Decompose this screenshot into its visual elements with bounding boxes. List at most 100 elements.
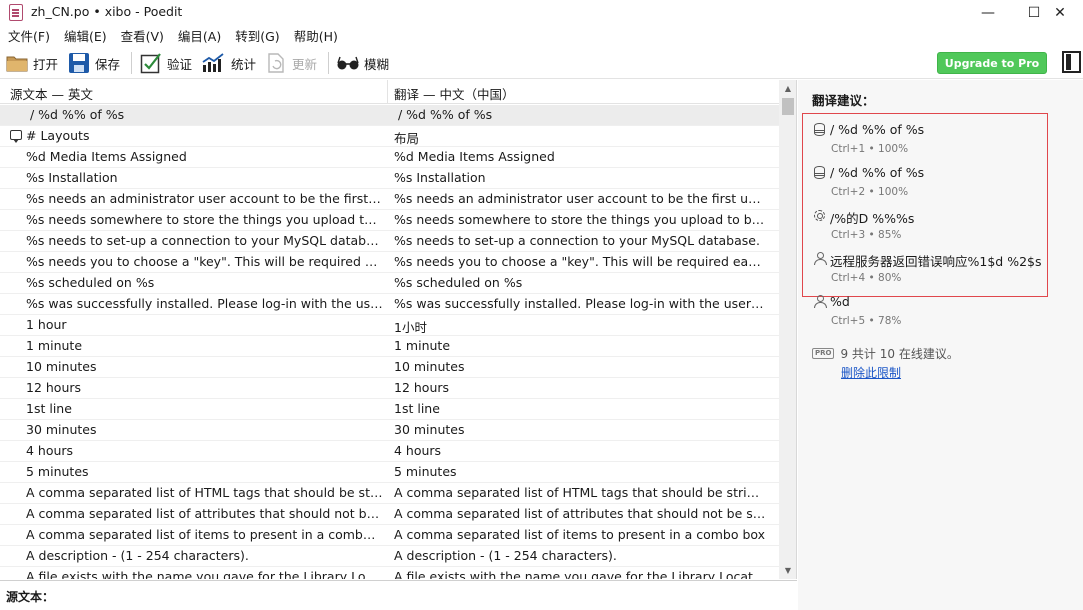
table-row[interactable]: %s was successfully installed. Please lo…	[0, 294, 779, 315]
database-icon	[814, 123, 825, 136]
folder-icon	[6, 56, 28, 72]
toolbar-separator	[131, 52, 132, 74]
translation-column-header[interactable]: 翻译 — 中文（中国）	[394, 84, 514, 103]
table-row[interactable]: 10 minutes 10 minutes	[0, 357, 779, 378]
source-cell: 1 minute	[26, 338, 83, 353]
table-row[interactable]: %s Installation %s Installation	[0, 168, 779, 189]
fuzzy-label: 模糊	[364, 56, 390, 72]
translation-cell: %s Installation	[394, 170, 486, 185]
source-cell: 12 hours	[26, 380, 82, 395]
update-icon	[268, 53, 284, 73]
source-cell: A file exists with the name you gave for…	[26, 569, 383, 579]
strings-list: 源文本 — 英文 翻译 — 中文（中国） / %d %% of %s / %d %…	[0, 80, 797, 579]
sidebar-toggle-icon[interactable]	[1062, 51, 1081, 73]
save-label: 保存	[95, 56, 121, 72]
suggestion-text: / %d %% of %s	[830, 122, 925, 137]
table-row[interactable]: %s needs to set-up a connection to your …	[0, 231, 779, 252]
translation-cell: 1小时	[394, 320, 427, 335]
table-row[interactable]: 5 minutes 5 minutes	[0, 462, 779, 483]
suggestion-text: %d	[830, 294, 850, 309]
table-row[interactable]: A description - (1 - 254 characters). A d…	[0, 546, 779, 567]
open-button[interactable]: 打开	[6, 50, 58, 76]
table-row[interactable]: A file exists with the name you gave for…	[0, 567, 779, 579]
table-row[interactable]: %s scheduled on %s %s scheduled on %s	[0, 273, 779, 294]
list-scrollbar[interactable]: ▲ ▼	[779, 80, 796, 579]
table-row[interactable]: A comma separated list of items to prese…	[0, 525, 779, 546]
source-cell: %s needs an administrator user account t…	[26, 191, 383, 206]
update-button[interactable]: 更新	[265, 50, 317, 76]
fuzzy-button[interactable]: 模糊	[337, 50, 389, 76]
statistics-button[interactable]: 统计	[202, 50, 256, 76]
remove-limit-link[interactable]: 删除此限制	[841, 364, 901, 381]
translation-cell: 1 minute	[394, 338, 451, 353]
minimize-button[interactable]: —	[965, 0, 1011, 25]
pro-badge: PRO	[812, 348, 835, 359]
source-cell: %s Installation	[26, 170, 118, 185]
table-row[interactable]: %d Media Items Assigned %d Media Items As…	[0, 147, 779, 168]
table-row[interactable]: %s needs you to choose a "key". This wil…	[0, 252, 779, 273]
translation-cell: A comma separated list of attributes tha…	[394, 506, 767, 521]
table-row[interactable]: 12 hours 12 hours	[0, 378, 779, 399]
table-row[interactable]: 1 hour 1小时	[0, 315, 779, 336]
table-row[interactable]: 1st line 1st line	[0, 399, 779, 420]
scroll-up-arrow-icon[interactable]: ▲	[779, 80, 796, 97]
table-row[interactable]: 1 minute 1 minute	[0, 336, 779, 357]
scroll-down-arrow-icon[interactable]: ▼	[779, 562, 796, 579]
window-title: zh_CN.po • xibo - Poedit	[31, 4, 183, 19]
menu-edit[interactable]: 编辑(E)	[56, 27, 113, 47]
translation-cell: 5 minutes	[394, 464, 457, 479]
menu-goto[interactable]: 转到(G)	[227, 27, 285, 47]
save-icon	[69, 53, 89, 73]
menu-catalog[interactable]: 编目(A)	[170, 27, 227, 47]
poedit-app-icon	[9, 4, 23, 21]
table-row[interactable]: 4 hours 4 hours	[0, 441, 779, 462]
translation-cell: 布局	[394, 131, 420, 146]
source-column-header[interactable]: 源文本 — 英文	[10, 84, 93, 103]
scroll-thumb[interactable]	[782, 98, 794, 115]
pro-notice-text: 9 共计 10 在线建议。	[840, 347, 959, 361]
table-row[interactable]: # Layouts 布局	[0, 126, 779, 147]
save-button[interactable]: 保存	[68, 50, 120, 76]
translation-cell: 12 hours	[394, 380, 450, 395]
source-cell: A description - (1 - 254 characters).	[26, 548, 249, 563]
table-row[interactable]: %s needs an administrator user account t…	[0, 189, 779, 210]
table-row[interactable]: A comma separated list of attributes tha…	[0, 504, 779, 525]
translation-cell: A comma separated list of items to prese…	[394, 527, 766, 542]
source-text-pane: 源文本：	[0, 580, 797, 610]
table-row[interactable]: A comma separated list of HTML tags that…	[0, 483, 779, 504]
comment-icon	[10, 130, 22, 143]
list-rows: / %d %% of %s / %d %% of %s # Layouts 布局 %d …	[0, 105, 779, 579]
menu-view[interactable]: 查看(V)	[113, 27, 170, 47]
table-row[interactable]: 30 minutes 30 minutes	[0, 420, 779, 441]
translation-cell: %s needs an administrator user account t…	[394, 191, 767, 206]
translation-cell: A comma separated list of HTML tags that…	[394, 485, 767, 500]
suggestions-panel: 翻译建议： / %d %% of %s Ctrl+1 • 100% / %d %…	[798, 80, 1083, 610]
column-divider[interactable]	[387, 80, 388, 104]
open-label: 打开	[33, 56, 59, 72]
table-row[interactable]: / %d %% of %s / %d %% of %s	[0, 105, 779, 126]
source-cell: 5 minutes	[26, 464, 89, 479]
gear-icon	[814, 210, 825, 221]
statistics-label: 统计	[231, 56, 257, 72]
translation-cell: %s scheduled on %s	[394, 275, 523, 290]
source-cell: %s needs somewhere to store the things y…	[26, 212, 383, 227]
menu-bar: 文件(F) 编辑(E) 查看(V) 编目(A) 转到(G) 帮助(H)	[0, 27, 344, 47]
source-cell: %s needs you to choose a "key". This wil…	[26, 254, 383, 269]
menu-file[interactable]: 文件(F)	[0, 27, 56, 47]
update-label: 更新	[292, 56, 318, 72]
translation-cell: %d Media Items Assigned	[394, 149, 555, 164]
translation-cell: %s needs somewhere to store the things y…	[394, 212, 767, 227]
validate-label: 验证	[167, 56, 193, 72]
suggestion-meta: Ctrl+1 • 100%	[831, 143, 909, 155]
table-row[interactable]: %s needs somewhere to store the things y…	[0, 210, 779, 231]
translation-cell: %s needs to set-up a connection to your …	[394, 233, 760, 248]
upgrade-to-pro-button[interactable]: Upgrade to Pro	[937, 52, 1047, 74]
source-cell: 30 minutes	[26, 422, 97, 437]
menu-help[interactable]: 帮助(H)	[286, 27, 344, 47]
close-button[interactable]: ✕	[1037, 0, 1083, 25]
suggestion-meta: Ctrl+4 • 80%	[831, 272, 902, 284]
validate-button[interactable]: 验证	[140, 50, 192, 76]
user-icon	[814, 252, 827, 265]
source-cell: A comma separated list of attributes tha…	[26, 506, 383, 521]
suggestions-title: 翻译建议：	[812, 93, 875, 108]
